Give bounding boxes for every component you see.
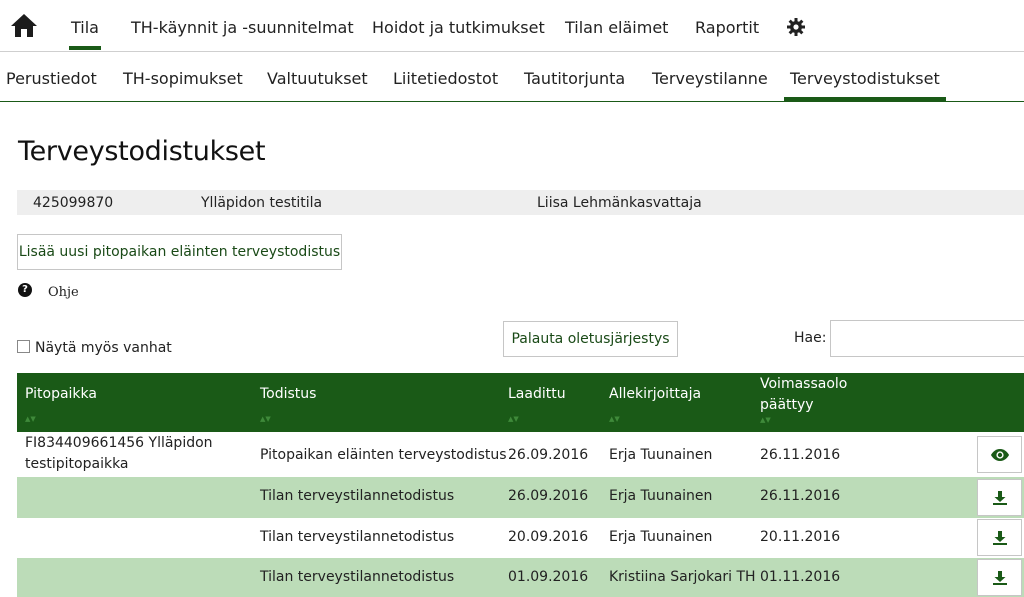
column-header-location[interactable]: Pitopaikka: [25, 384, 97, 405]
sub-navigation: Perustiedot TH-sopimukset Valtuutukset L…: [0, 51, 1024, 102]
tab-th-sopimukset[interactable]: TH-sopimukset: [123, 69, 243, 88]
tab-terveystilanne[interactable]: Terveystilanne: [652, 69, 768, 88]
download-button[interactable]: [977, 519, 1022, 556]
sort-arrows-icon[interactable]: ▲▼: [609, 415, 620, 423]
sort-arrows-icon[interactable]: ▲▼: [508, 415, 519, 423]
download-button[interactable]: [977, 559, 1022, 596]
column-header-created[interactable]: Laadittu: [508, 384, 566, 405]
farm-info-bar: 425099870 Ylläpidon testitila Liisa Lehm…: [17, 190, 1024, 215]
cell-signer: Erja Tuunainen: [609, 447, 713, 463]
eye-icon: [990, 448, 1009, 461]
tab-tautitorjunta[interactable]: Tautitorjunta: [524, 69, 625, 88]
cell-certificate: Tilan terveystilannetodistus: [260, 488, 455, 504]
cell-certificate: Pitopaikan eläinten terveystodistus: [260, 447, 507, 463]
cell-created: 26.09.2016: [508, 447, 589, 463]
download-button[interactable]: [977, 479, 1022, 516]
cell-valid: 26.11.2016: [760, 447, 841, 463]
topnav-item-elaimet[interactable]: Tilan eläimet: [565, 18, 668, 37]
view-button[interactable]: [977, 436, 1022, 473]
gear-icon[interactable]: [786, 17, 806, 37]
download-icon: [992, 570, 1007, 585]
topnav-item-tila[interactable]: Tila: [69, 18, 101, 50]
cell-location: testipitopaikka: [25, 456, 129, 472]
column-header-valid-line2[interactable]: päättyy: [760, 395, 814, 416]
farm-name: Ylläpidon testitila: [201, 195, 323, 211]
home-icon[interactable]: [10, 12, 38, 38]
cell-created: 01.09.2016: [508, 569, 589, 585]
column-header-signer[interactable]: Allekirjoittaja: [609, 384, 701, 405]
tab-valtuutukset[interactable]: Valtuutukset: [267, 69, 368, 88]
question-circle-icon: ?: [18, 283, 32, 297]
topnav-item-hoidot[interactable]: Hoidot ja tutkimukset: [372, 18, 545, 37]
show-old-label: Näytä myös vanhat: [35, 340, 172, 356]
download-icon: [992, 530, 1007, 545]
cell-certificate: Tilan terveystilannetodistus: [260, 529, 455, 545]
cell-signer: Erja Tuunainen: [609, 529, 713, 545]
cell-valid: 20.11.2016: [760, 529, 841, 545]
topnav-item-th-kaynnit[interactable]: TH-käynnit ja -suunnitelmat: [131, 18, 354, 37]
sort-arrows-icon[interactable]: ▲▼: [760, 416, 771, 424]
farm-owner: Liisa Lehmänkasvattaja: [537, 195, 702, 211]
page-title: Terveystodistukset: [18, 136, 266, 167]
show-old-checkbox[interactable]: [17, 340, 30, 353]
cell-created: 20.09.2016: [508, 529, 589, 545]
search-input[interactable]: [830, 320, 1024, 357]
cell-valid: 01.11.2016: [760, 569, 841, 585]
add-certificate-button[interactable]: Lisää uusi pitopaikan eläinten terveysto…: [17, 234, 342, 270]
table-header: Pitopaikka ▲▼ Todistus ▲▼ Laadittu ▲▼ Al…: [17, 373, 1024, 432]
tab-terveystodistukset[interactable]: Terveystodistukset: [784, 69, 946, 101]
table-row: Tilan terveystilannetodistus 20.09.2016 …: [17, 518, 1024, 558]
cell-signer: Erja Tuunainen: [609, 488, 713, 504]
sort-arrows-icon[interactable]: ▲▼: [260, 415, 271, 423]
top-navigation: Tila TH-käynnit ja -suunnitelmat Hoidot …: [0, 0, 1024, 51]
download-icon: [992, 490, 1007, 505]
help-label: Ohje: [48, 285, 79, 300]
table-row: Tilan terveystilannetodistus 01.09.2016 …: [17, 558, 1024, 597]
reset-order-button[interactable]: Palauta oletusjärjestys: [503, 321, 678, 357]
topnav-item-raportit[interactable]: Raportit: [695, 18, 759, 37]
column-header-valid-line1[interactable]: Voimassaolo: [760, 374, 847, 395]
table-row: FI834409661456 Ylläpidon testipitopaikka…: [17, 432, 1024, 477]
cell-signer: Kristiina Sarjokari TH: [609, 569, 756, 585]
farm-id: 425099870: [33, 195, 114, 211]
tab-perustiedot[interactable]: Perustiedot: [6, 69, 97, 88]
search-label: Hae:: [794, 330, 827, 346]
cell-created: 26.09.2016: [508, 488, 589, 504]
cell-certificate: Tilan terveystilannetodistus: [260, 569, 455, 585]
cell-valid: 26.11.2016: [760, 488, 841, 504]
table-row: Tilan terveystilannetodistus 26.09.2016 …: [17, 477, 1024, 518]
tab-liitetiedostot[interactable]: Liitetiedostot: [393, 69, 498, 88]
cell-location: FI834409661456 Ylläpidon: [25, 435, 213, 451]
sort-arrows-icon[interactable]: ▲▼: [25, 415, 36, 423]
column-header-certificate[interactable]: Todistus: [260, 384, 316, 405]
